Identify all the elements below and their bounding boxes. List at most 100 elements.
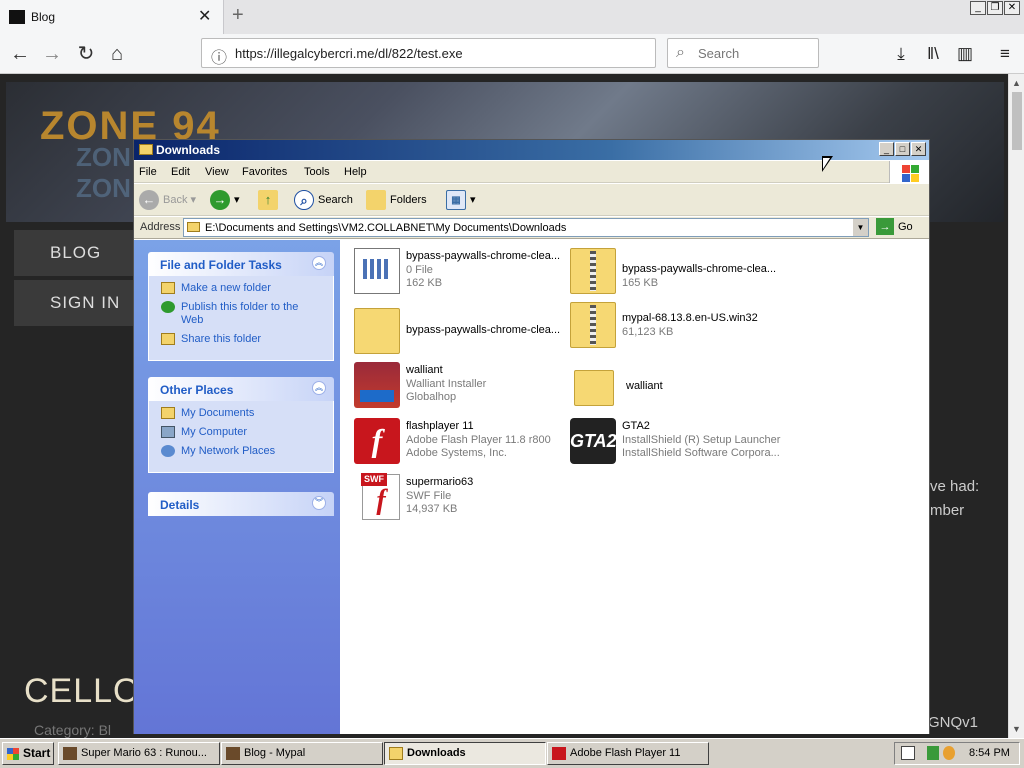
- file-item[interactable]: walliant: [574, 366, 789, 416]
- windows-logo-icon: [889, 161, 929, 183]
- up-folder-button[interactable]: ↑: [258, 189, 282, 211]
- explorer-window: Downloads _ □ ✕ File Edit View Favorites…: [133, 139, 930, 734]
- browser-tab[interactable]: Blog ✕: [0, 0, 224, 34]
- views-button[interactable]: ▦ ▾: [446, 189, 476, 211]
- close-window-icon[interactable]: ✕: [1004, 1, 1020, 15]
- task-publish-web[interactable]: Publish this folder to the Web: [159, 301, 323, 327]
- file-item[interactable]: f flashplayer 11 Adobe Flash Player 11.8…: [354, 418, 569, 468]
- file-item[interactable]: walliant Walliant Installer Globalhop: [354, 362, 569, 412]
- place-my-documents[interactable]: My Documents: [159, 407, 323, 420]
- folders-button[interactable]: Folders: [366, 189, 427, 211]
- scroll-thumb[interactable]: [1012, 92, 1022, 150]
- panel-header[interactable]: Other Places ︽: [148, 377, 334, 401]
- go-button[interactable]: → Go: [876, 218, 913, 237]
- sidebar-text: mber: [930, 502, 965, 519]
- file-item[interactable]: bypass-paywalls-chrome-clea... 165 KB: [570, 248, 785, 298]
- other-places-panel: Other Places ︽ My Documents My Computer …: [148, 377, 334, 473]
- menu-edit[interactable]: Edit: [171, 166, 190, 178]
- menu-icon[interactable]: ≡: [991, 40, 1019, 68]
- collapse-icon[interactable]: ︽: [312, 256, 326, 270]
- menu-favorites[interactable]: Favorites: [242, 166, 287, 178]
- search-button[interactable]: ⌕ Search: [294, 189, 353, 211]
- zip-folder-icon: [570, 248, 616, 294]
- download-icon[interactable]: ⤓: [887, 40, 915, 68]
- library-icon[interactable]: ‖\: [919, 40, 947, 68]
- keyboard-icon[interactable]: [901, 746, 915, 760]
- panel-header[interactable]: Details ︾: [148, 492, 334, 516]
- file-item[interactable]: GTA2 GTA2 InstallShield (R) Setup Launch…: [570, 418, 785, 468]
- restore-icon[interactable]: ❐: [987, 1, 1003, 15]
- taskbar-item[interactable]: Adobe Flash Player 11: [547, 742, 709, 765]
- page-scrollbar[interactable]: ▲ ▼: [1008, 74, 1024, 738]
- generic-file-icon: [354, 248, 400, 294]
- new-tab-icon[interactable]: +: [232, 4, 244, 27]
- file-item[interactable]: bypass-paywalls-chrome-clea... 0 File 16…: [354, 248, 569, 298]
- logo-quad: [911, 174, 919, 182]
- back-arrow-icon[interactable]: ←: [6, 40, 34, 68]
- explorer-window-controls: _ □ ✕: [879, 142, 926, 156]
- address-field[interactable]: E:\Documents and Settings\VM2.COLLABNET\…: [183, 218, 869, 237]
- folder-icon: [574, 370, 614, 406]
- start-button[interactable]: Start: [2, 742, 54, 765]
- network-icon[interactable]: [927, 746, 939, 760]
- search-input[interactable]: ⌕ Search: [667, 38, 819, 68]
- forward-arrow-icon[interactable]: →: [38, 40, 66, 68]
- scroll-up-icon[interactable]: ▲: [1012, 78, 1021, 88]
- file-item[interactable]: SWF f supermario63 SWF File 14,937 KB: [354, 473, 569, 524]
- mouse-cursor-icon: [822, 156, 833, 172]
- app-icon: [226, 747, 240, 760]
- file-company: Adobe Systems, Inc.: [406, 447, 507, 459]
- dropdown-arrow-icon[interactable]: ▼: [853, 219, 868, 236]
- taskbar-item-active[interactable]: Downloads: [384, 742, 546, 765]
- explorer-title-bar[interactable]: Downloads _ □ ✕: [134, 140, 929, 160]
- file-list: bypass-paywalls-chrome-clea... 0 File 16…: [340, 240, 929, 734]
- sidebar-icon[interactable]: ▥: [951, 40, 979, 68]
- close-icon[interactable]: ✕: [911, 142, 926, 156]
- sidebar-text: GNQv1: [928, 714, 979, 731]
- back-button[interactable]: ← Back ▾: [139, 189, 196, 211]
- place-my-network[interactable]: My Network Places: [159, 445, 323, 458]
- collapse-icon[interactable]: ︽: [312, 381, 326, 395]
- menu-help[interactable]: Help: [344, 166, 367, 178]
- file-name: supermario63: [406, 476, 474, 488]
- url-bar[interactable]: ⓘ https://illegalcybercri.me/dl/822/test…: [201, 38, 656, 68]
- file-item[interactable]: mypal-68.13.8.en-US.win32 61,123 KB: [570, 302, 785, 352]
- minimize-icon[interactable]: _: [879, 142, 894, 156]
- clock[interactable]: 8:54 PM: [969, 747, 1010, 759]
- address-value: E:\Documents and Settings\VM2.COLLABNET\…: [205, 222, 567, 234]
- tab-close-icon[interactable]: ✕: [198, 6, 211, 26]
- maximize-icon[interactable]: □: [895, 142, 910, 156]
- new-folder-icon: [161, 282, 175, 294]
- app-icon: [63, 747, 77, 760]
- panel-header[interactable]: File and Folder Tasks ︽: [148, 252, 334, 276]
- menu-file[interactable]: File: [139, 166, 157, 178]
- task-share-folder[interactable]: Share this folder: [159, 333, 323, 346]
- task-make-folder[interactable]: Make a new folder: [159, 282, 323, 295]
- search-label: Search: [318, 194, 353, 206]
- reload-icon[interactable]: ↻: [72, 40, 100, 68]
- place-my-computer[interactable]: My Computer: [159, 426, 323, 439]
- minimize-icon[interactable]: _: [970, 1, 986, 15]
- taskbar-item[interactable]: Blog - Mypal: [221, 742, 383, 765]
- file-name: walliant: [406, 364, 443, 376]
- nav-sign-in[interactable]: SIGN IN: [14, 280, 134, 326]
- home-icon[interactable]: ⌂: [103, 40, 131, 68]
- search-tray-icon[interactable]: [943, 746, 955, 760]
- file-item[interactable]: bypass-paywalls-chrome-clea...: [354, 308, 569, 358]
- nav-blog[interactable]: BLOG: [14, 230, 134, 276]
- file-type: Walliant Installer: [406, 378, 487, 390]
- forward-button[interactable]: → ▾: [210, 189, 240, 211]
- swf-file-icon: SWF f: [361, 473, 400, 520]
- file-size: 162 KB: [406, 277, 443, 289]
- place-label: My Computer: [181, 426, 248, 438]
- flash-icon: f: [354, 418, 400, 464]
- folder-icon: [354, 308, 400, 354]
- taskbar-item[interactable]: Super Mario 63 : Runou...: [58, 742, 220, 765]
- browser-tab-strip: Blog ✕ + _ ❐ ✕: [0, 0, 1024, 34]
- expand-icon[interactable]: ︾: [312, 496, 326, 510]
- task-label: Downloads: [407, 747, 466, 759]
- scroll-down-icon[interactable]: ▼: [1012, 724, 1021, 734]
- menu-view[interactable]: View: [205, 166, 229, 178]
- menu-tools[interactable]: Tools: [304, 166, 330, 178]
- task-label: Make a new folder: [181, 282, 271, 294]
